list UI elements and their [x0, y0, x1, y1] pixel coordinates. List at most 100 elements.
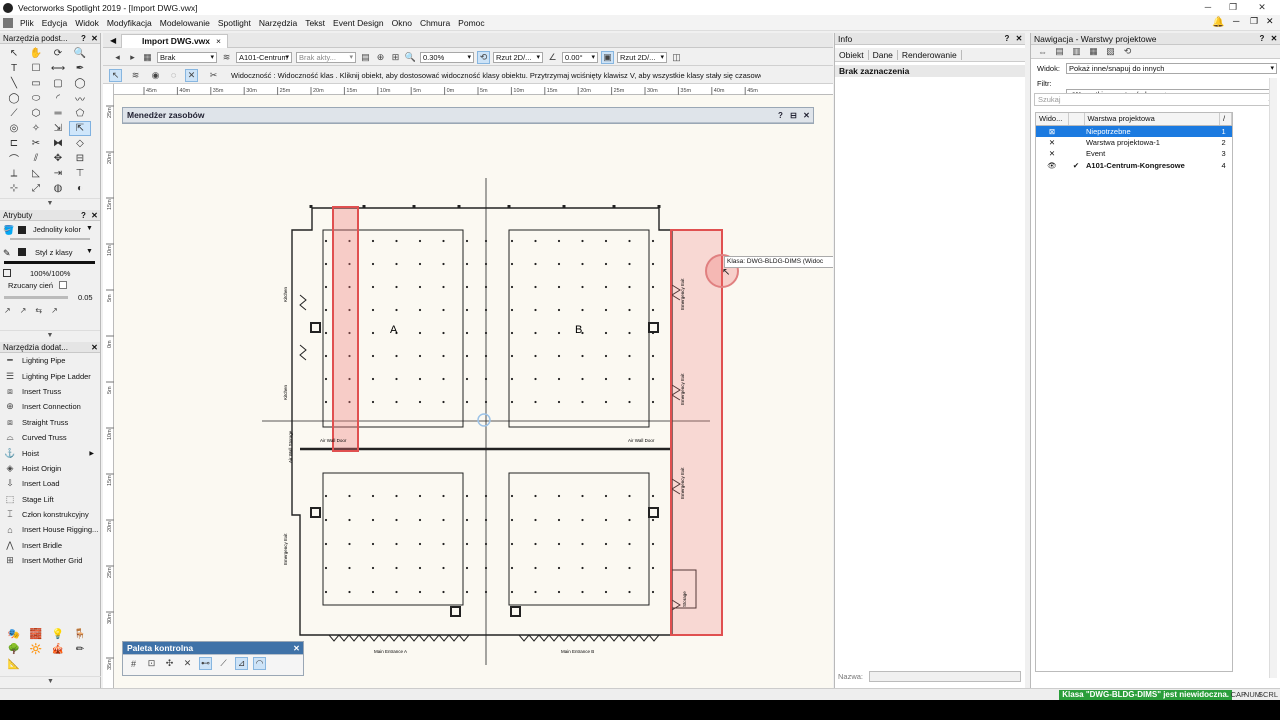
- navigation-help-icon[interactable]: ?: [1256, 34, 1268, 43]
- polygon-icon[interactable]: ⬡: [25, 106, 47, 121]
- snap-distance-icon[interactable]: ⊷: [199, 657, 212, 670]
- wand-icon[interactable]: ✧: [25, 121, 47, 136]
- workspace-scroll-icon[interactable]: ▼: [0, 676, 101, 685]
- view-mode-dropdown[interactable]: Pokaż inne/snapuj do innych: [1066, 63, 1277, 74]
- dimension-icon[interactable]: ⟷: [47, 61, 69, 76]
- render-mode-icon[interactable]: ▣: [601, 50, 614, 64]
- pen-style[interactable]: Styl z klasy: [35, 248, 73, 257]
- building-shell-icon[interactable]: 🧱: [25, 629, 47, 644]
- show-class-icon[interactable]: ◉: [149, 69, 162, 82]
- fill-dropdown-icon[interactable]: ▼: [86, 225, 93, 232]
- smart-edge-icon[interactable]: ⊿: [235, 657, 248, 670]
- visibility-mode-icon[interactable]: ↖: [109, 68, 122, 82]
- layer-visibility-icon[interactable]: 👁: [1036, 160, 1068, 172]
- info-close-icon[interactable]: ✕: [1013, 34, 1025, 43]
- mdi-minimize-button[interactable]: ─: [1233, 16, 1239, 26]
- visualization-icon[interactable]: 💡: [47, 629, 69, 644]
- layer-visibility-icon[interactable]: ⊠: [1036, 125, 1068, 137]
- zoom-fit-icon[interactable]: ⊕: [374, 51, 387, 64]
- visibility-icon[interactable]: ◐: [69, 181, 91, 196]
- tab-close-icon[interactable]: ×: [216, 36, 221, 46]
- projection-icon[interactable]: ◫: [670, 51, 683, 64]
- zoom-field[interactable]: 0.30%: [420, 51, 474, 63]
- nav-tab-viewports-icon[interactable]: ▧: [1104, 45, 1117, 58]
- zoom-icon[interactable]: 🔍: [69, 46, 91, 61]
- gray-class-icon[interactable]: ◌: [167, 69, 180, 82]
- drawing-canvas[interactable]: A B Main Entrance A Main Entrance B Air …: [114, 95, 833, 688]
- mirror-icon[interactable]: ⧓: [47, 136, 69, 151]
- menu-cloud[interactable]: Chmura: [416, 18, 454, 28]
- menu-help[interactable]: Pomoc: [454, 18, 488, 28]
- fill-swatch[interactable]: [18, 226, 26, 234]
- extra-tools-close-icon[interactable]: ✕: [89, 343, 100, 352]
- layer-row[interactable]: ✕ Warstwa projektowa-1 2: [1036, 137, 1232, 149]
- eyedropper-icon[interactable]: ✒: [69, 61, 91, 76]
- menu-window[interactable]: Okno: [388, 18, 416, 28]
- attributes-help-icon[interactable]: ?: [78, 211, 89, 220]
- selection-tool-icon[interactable]: ⇱: [69, 121, 91, 136]
- tab-import-dwg[interactable]: Import DWG.vwx ×: [121, 34, 228, 48]
- pan-icon[interactable]: ⊹: [3, 181, 25, 196]
- furniture-icon[interactable]: 🪑: [69, 629, 91, 644]
- circle-icon[interactable]: ◯: [69, 76, 91, 91]
- menu-spotlight[interactable]: Spotlight: [214, 18, 255, 28]
- reshape-icon[interactable]: ◇: [69, 136, 91, 151]
- fillet-icon[interactable]: ⌒: [3, 151, 25, 166]
- class-icon[interactable]: ▦: [141, 51, 154, 64]
- menu-event-design[interactable]: Event Design: [329, 18, 388, 28]
- nav-tab-sheets-icon[interactable]: ▥: [1070, 45, 1083, 58]
- minimize-button[interactable]: ─: [1196, 1, 1220, 14]
- freehand-icon[interactable]: 〰: [69, 91, 91, 106]
- snap-angle-icon[interactable]: ✣: [163, 657, 176, 670]
- menu-model[interactable]: Modelowanie: [156, 18, 214, 28]
- spiral-icon[interactable]: ◎: [3, 121, 25, 136]
- rotate-view-icon[interactable]: ⟳: [47, 46, 69, 61]
- column-order[interactable]: /: [1219, 113, 1232, 126]
- line-weight-slider[interactable]: [4, 296, 68, 299]
- palette-close-icon[interactable]: ✕: [89, 34, 100, 43]
- floor-plan[interactable]: A B Main Entrance A Main Entrance B Air …: [114, 95, 833, 688]
- extra-tool-item[interactable]: ☰ Lighting Pipe Ladder: [0, 368, 100, 383]
- extend-icon[interactable]: ⇥: [47, 166, 69, 181]
- lighting-icon[interactable]: 🔆: [25, 644, 47, 659]
- flyover-icon[interactable]: ⟲: [477, 50, 490, 64]
- nav-forward-icon[interactable]: ▸: [126, 51, 139, 64]
- text-icon[interactable]: T: [3, 61, 25, 76]
- pen-dropdown-icon[interactable]: ▼: [86, 248, 93, 255]
- mdi-close-button[interactable]: ✕: [1266, 16, 1274, 27]
- resource-manager-header[interactable]: Menedżer zasobów ? ⊟ ✕: [123, 108, 813, 123]
- extra-tool-item[interactable]: ⋀ Insert Bridle: [0, 538, 100, 553]
- nav-tab-classes-icon[interactable]: ⇔: [1036, 45, 1049, 58]
- menu-text[interactable]: Tekst: [301, 18, 329, 28]
- scale-icon[interactable]: ⤢: [25, 181, 47, 196]
- extra-tool-item[interactable]: ⧈ Straight Truss: [0, 415, 100, 430]
- tab-data[interactable]: Dane: [869, 49, 898, 60]
- zoom-area-icon[interactable]: ⊞: [389, 51, 402, 64]
- smart-points-icon[interactable]: ⟋: [217, 657, 230, 670]
- tab-render[interactable]: Renderowanie: [898, 49, 962, 60]
- arrow-icon[interactable]: ↖: [3, 46, 25, 61]
- resource-close-icon[interactable]: ✕: [800, 111, 813, 120]
- sheet-icon[interactable]: ▤: [359, 51, 372, 64]
- nav-tab-views-icon[interactable]: ▦: [1087, 45, 1100, 58]
- site-planning-icon[interactable]: 🌳: [3, 644, 25, 659]
- chamfer-icon[interactable]: ◺: [25, 166, 47, 181]
- detailing-icon[interactable]: 📐: [3, 659, 25, 674]
- section-icon[interactable]: ⊤: [69, 166, 91, 181]
- scroll-down-icon[interactable]: ▼: [0, 198, 100, 207]
- extra-tool-item[interactable]: ⌶ Człon konstrukcyjny: [0, 507, 100, 522]
- search-box[interactable]: Szukaj ⌕: [1034, 93, 1277, 106]
- search-input[interactable]: Szukaj: [1038, 95, 1061, 104]
- layer-icon[interactable]: ≋: [220, 51, 233, 64]
- layer-dropdown[interactable]: A101-Centrum: [236, 51, 292, 63]
- fill-style[interactable]: Jednolity kolor: [33, 225, 81, 234]
- extra-tool-item[interactable]: ⚓ Hoist ▶: [0, 445, 100, 460]
- nav-tab-refs-icon[interactable]: ⟲: [1121, 45, 1134, 58]
- control-palette-header[interactable]: Paleta kontrolna ✕: [123, 642, 303, 655]
- ellipse-icon[interactable]: ⬭: [25, 91, 47, 106]
- hide-class-icon[interactable]: ✕: [185, 68, 198, 82]
- menu-edit[interactable]: Edycja: [38, 18, 72, 28]
- render-dropdown[interactable]: Rzut 2D/...: [617, 51, 667, 63]
- arc-icon[interactable]: ◜: [47, 91, 69, 106]
- snap-object-icon[interactable]: ⊡: [145, 657, 158, 670]
